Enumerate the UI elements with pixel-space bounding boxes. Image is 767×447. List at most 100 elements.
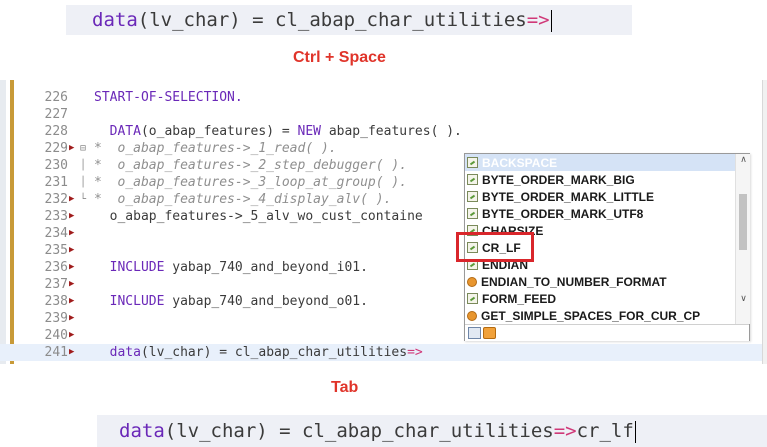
code-snippet-before: data(lv_char) = cl_abap_char_utilities=> [66,5,632,35]
code-text: DATA(o_abap_features) = NEW abap_feature… [94,123,462,140]
method-icon [467,310,477,321]
autocomplete-item[interactable]: FORM_FEED [465,290,735,307]
code-token: yabap_740_and_beyond_o01. [164,294,368,309]
fold-toggle-icon: │ [80,177,87,188]
line-number: 232 [44,192,68,207]
line-marker-icon: ▶ [69,143,75,153]
code-line[interactable]: 228 DATA(o_abap_features) = NEW abap_fea… [0,123,767,140]
code-token: INCLUDE [94,294,165,309]
line-marker-icon: ▶ [69,313,75,323]
autocomplete-item[interactable]: BACKSPACE [465,154,735,171]
code-line[interactable]: 241 ▶ data(lv_char) = cl_abap_char_utilit… [0,344,767,361]
code-token: yabap_740_and_beyond_i01. [164,260,368,275]
line-marker-icon: ▶ [69,245,75,255]
code-token: (lv_char) = cl_abap_char_utilities [140,345,408,360]
snippet-keyword: data [92,9,138,31]
scroll-thumb[interactable] [739,194,747,250]
snippet-keyword: data [119,420,165,442]
autocomplete-item-label: BACKSPACE [482,155,558,170]
line-marker-icon: ▶ [69,347,75,357]
line-number: 237 [44,277,68,292]
autocomplete-item-label: FORM_FEED [482,291,557,306]
code-text: * o_abap_features->_4_display_alv( ). [94,191,391,208]
line-number: 233 [44,209,68,224]
autocomplete-item-label: ENDIAN_TO_NUMBER_FORMAT [481,274,667,289]
fold-toggle-icon: └ [80,194,87,205]
code-token: => [407,345,423,360]
code-text: * o_abap_features->_1_read( ). [94,140,337,157]
line-marker-icon: ▶ [69,279,75,289]
method-filter-icon[interactable] [483,327,496,339]
editor-scrollbar[interactable] [762,80,767,364]
code-text: o_abap_features->_5_alv_wo_cust_containe [94,208,423,225]
attribute-icon [467,208,478,219]
attribute-icon [467,174,478,185]
autocomplete-scrollbar[interactable]: ∧ ∨ [735,154,750,324]
code-token: START-OF-SELECTION. [94,90,243,105]
code-token: * o_abap_features->_3_loop_at_group( ). [94,175,408,190]
caption-ctrl-space: Ctrl + Space [293,49,386,66]
code-token: * o_abap_features->_2_step_debugger( ). [94,158,408,173]
line-number: 241 [44,345,68,360]
line-marker-icon: ▶ [69,262,75,272]
code-text: * o_abap_features->_2_step_debugger( ). [94,157,407,174]
autocomplete-item-label: BYTE_ORDER_MARK_LITTLE [482,189,655,204]
line-number: 236 [44,260,68,275]
code-token: NEW [297,124,321,139]
autocomplete-item-label: BYTE_ORDER_MARK_BIG [482,172,635,187]
code-line[interactable]: 226 START-OF-SELECTION. [0,89,767,106]
code-line[interactable]: 227 [0,106,767,123]
highlight-annotation-box [456,232,534,262]
attribute-icon [467,157,478,168]
code-text: INCLUDE yabap_740_and_beyond_i01. [94,259,368,276]
line-number: 227 [44,107,68,122]
code-text: INCLUDE yabap_740_and_beyond_o01. [94,293,368,310]
fold-toggle-icon[interactable]: ⊟ [80,140,86,157]
autocomplete-item-label: BYTE_ORDER_MARK_UTF8 [482,206,644,221]
text-cursor [634,420,636,443]
autocomplete-item[interactable]: GET_SIMPLE_SPACES_FOR_CUR_CP [465,307,735,324]
attribute-filter-icon[interactable] [468,327,481,339]
line-marker-icon: ▶ [69,296,75,306]
code-token: * o_abap_features->_1_read( ). [94,141,337,156]
line-marker-icon: ▶ [69,228,75,238]
line-number: 240 [44,328,68,343]
code-token: o_abap_features->_5_alv_wo_cust_containe [94,209,423,224]
line-number: 234 [44,226,68,241]
line-marker-icon: ▶ [69,330,75,340]
line-number: 228 [44,124,68,139]
code-text: * o_abap_features->_3_loop_at_group( ). [94,174,407,191]
attribute-icon [467,191,478,202]
code-token: data [94,345,141,360]
attribute-icon [467,293,478,304]
code-snippet-after: data(lv_char) = cl_abap_char_utilities=>… [97,415,767,447]
autocomplete-footer [465,324,749,341]
line-number: 239 [44,311,68,326]
fold-toggle-icon: │ [80,160,87,171]
code-token: * o_abap_features->_4_display_alv( ). [94,192,392,207]
line-number: 230 [44,158,68,173]
method-icon [467,276,477,287]
autocomplete-item[interactable]: BYTE_ORDER_MARK_BIG [465,171,735,188]
code-token: DATA [94,124,141,139]
snippet-code: (lv_char) = cl_abap_char_utilities [164,420,554,442]
autocomplete-item-label: GET_SIMPLE_SPACES_FOR_CUR_CP [481,308,701,323]
scroll-up-icon[interactable]: ∧ [736,155,751,165]
line-number: 238 [44,294,68,309]
autocomplete-item[interactable]: ENDIAN_TO_NUMBER_FORMAT [465,273,735,290]
line-number: 226 [44,90,68,105]
autocomplete-item[interactable]: BYTE_ORDER_MARK_LITTLE [465,188,735,205]
line-number: 235 [44,243,68,258]
text-cursor [550,9,552,32]
autocomplete-item[interactable]: BYTE_ORDER_MARK_UTF8 [465,205,735,222]
code-text: START-OF-SELECTION. [94,89,243,106]
scroll-down-icon[interactable]: ∨ [736,294,751,304]
code-token: abap_features( ). [321,124,462,139]
code-text: data(lv_char) = cl_abap_char_utilities=> [94,344,423,361]
code-token: INCLUDE [94,260,165,275]
line-number: 229 [44,141,68,156]
code-token: (o_abap_features) = [140,124,298,139]
line-marker-icon: ▶ [69,194,75,204]
line-number: 231 [44,175,68,190]
line-marker-icon: ▶ [69,211,75,221]
